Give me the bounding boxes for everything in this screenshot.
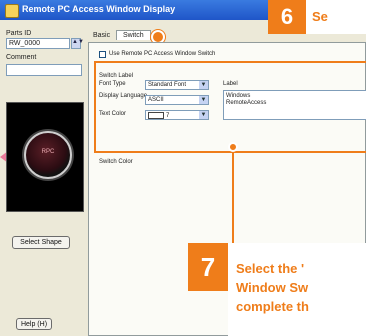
window-title: Remote PC Access Window Display — [22, 4, 176, 14]
parts-id-field[interactable]: RW_0000 — [6, 38, 70, 49]
text-color-select[interactable]: 7 ▼ — [145, 110, 209, 120]
text-color-value: 7 — [166, 113, 170, 120]
connector-step7 — [232, 146, 234, 246]
lamp-shape-icon: RPC — [24, 131, 72, 179]
step6-text: Se — [312, 9, 328, 24]
tab-basic[interactable]: Basic — [93, 32, 110, 39]
display-language-value: ASCII — [148, 97, 164, 103]
step6-number: 6 — [268, 0, 306, 34]
color-swatch — [148, 112, 164, 119]
chevron-down-icon[interactable]: ▼ — [199, 96, 208, 104]
chevron-down-icon[interactable]: ▼ — [199, 81, 208, 89]
comment-label: Comment — [6, 54, 37, 61]
parts-id-label: Parts ID — [6, 30, 32, 37]
spin-arrow-icon[interactable]: ▲▼ — [71, 38, 84, 49]
font-type-select[interactable]: Standard Font ▼ — [145, 80, 209, 90]
font-type-label: Font Type — [99, 81, 126, 87]
step7-line2: Window Sw — [236, 280, 309, 295]
comment-field[interactable] — [6, 64, 82, 76]
label-heading: Label — [223, 81, 238, 87]
step7-number: 7 — [188, 243, 228, 291]
use-switch-checkbox[interactable] — [99, 51, 106, 58]
step7-line3: complete th — [236, 299, 309, 314]
text-color-label: Text Color — [99, 111, 127, 117]
connector-tab — [155, 36, 159, 38]
select-shape-button[interactable]: Select Shape — [12, 236, 70, 249]
display-language-label: Display Language — [99, 93, 148, 99]
step7-line1: Select the ' — [236, 261, 305, 276]
switch-label-heading: Switch Label — [99, 73, 134, 79]
shape-preview: RPC — [6, 102, 84, 212]
preview-text: RPC — [41, 149, 55, 155]
font-type-value: Standard Font — [148, 82, 187, 88]
tab-switch[interactable]: Switch — [116, 30, 151, 40]
chevron-down-icon[interactable]: ▼ — [199, 111, 208, 119]
connector-dot — [228, 142, 238, 152]
label-textarea[interactable]: Windows RemoteAccess — [223, 90, 366, 120]
left-pane: Parts ID RW_0000 ▲▼ Comment RPC Select S… — [6, 26, 84, 336]
use-switch-label: Use Remote PC Access Window Switch — [109, 51, 216, 57]
switch-color-heading: Switch Color — [99, 159, 133, 165]
remote-pc-access-window: Remote PC Access Window Display Parts ID… — [0, 0, 366, 336]
window-icon — [5, 4, 19, 18]
display-language-select[interactable]: ASCII ▼ — [145, 95, 209, 105]
help-button[interactable]: Help (H) — [16, 318, 52, 330]
